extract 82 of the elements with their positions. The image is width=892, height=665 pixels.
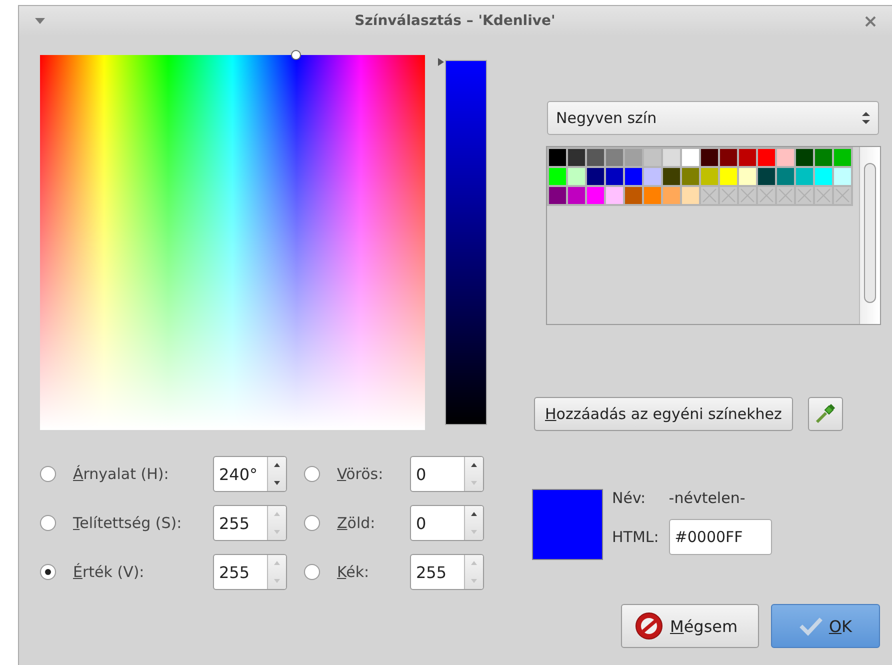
html-label: HTML: [612,528,659,546]
picker-marker[interactable] [290,50,301,60]
spin-box[interactable]: 0 [410,505,484,541]
color-swatch[interactable] [701,168,718,185]
value-slider[interactable] [438,58,487,427]
field-label: Árnyalat (H): [73,465,170,483]
color-swatch[interactable] [587,149,604,166]
name-label: Név: [612,489,647,507]
window-title: Színválasztás – 'Kdenlive' [354,13,556,29]
color-swatch[interactable] [682,149,699,166]
radio-button[interactable] [40,515,56,531]
checkmark-icon [798,616,823,636]
empty-swatch[interactable] [834,187,851,204]
color-swatch[interactable] [796,168,813,185]
spin-box[interactable]: 240° [213,456,287,492]
color-swatch[interactable] [739,168,756,185]
color-swatch[interactable] [834,149,851,166]
field-label: Vörös: [337,465,384,483]
empty-swatch[interactable] [720,187,737,204]
color-swatch[interactable] [625,168,642,185]
empty-swatch[interactable] [739,187,756,204]
slider-arrow-icon[interactable] [438,58,444,66]
cancel-button[interactable]: Mégsem [621,604,759,648]
field-label: Kék: [337,563,370,581]
field-label: Zöld: [337,514,376,532]
color-swatch[interactable] [815,149,832,166]
color-swatch[interactable] [758,149,775,166]
scrollbar[interactable] [859,147,880,324]
color-name: -névtelen- [668,489,746,507]
palette-dropdown[interactable]: Negyven szín [547,101,879,135]
color-swatch[interactable] [587,187,604,204]
color-swatch[interactable] [549,149,566,166]
color-swatch[interactable] [606,168,623,185]
color-swatch[interactable] [682,168,699,185]
html-field[interactable]: #0000FF [668,519,772,555]
color-swatch[interactable] [720,168,737,185]
updown-arrows-icon [862,111,870,125]
color-swatch[interactable] [587,168,604,185]
color-swatch[interactable] [606,149,623,166]
spin-box[interactable]: 0 [410,456,484,492]
close-icon[interactable] [865,16,876,26]
color-swatch[interactable] [663,187,680,204]
ok-button[interactable]: OK [771,604,880,648]
color-swatch[interactable] [568,187,585,204]
color-swatch[interactable] [815,168,832,185]
color-swatch[interactable] [701,149,718,166]
field-label: Telítettség (S): [73,514,183,532]
color-swatch[interactable] [606,187,623,204]
color-swatch[interactable] [720,149,737,166]
empty-swatch[interactable] [758,187,775,204]
color-swatch[interactable] [777,149,794,166]
pipette-icon [814,403,836,425]
color-swatch[interactable] [682,187,699,204]
color-swatch[interactable] [549,168,566,185]
prohibition-icon [634,611,664,641]
color-swatch[interactable] [568,168,585,185]
empty-swatch[interactable] [777,187,794,204]
radio-button[interactable] [304,564,320,580]
empty-swatch[interactable] [796,187,813,204]
radio-button[interactable] [304,466,320,482]
add-custom-color-button[interactable]: Hozzáadás az egyéni színekhez [534,397,793,431]
menu-icon[interactable] [35,18,45,24]
color-swatch[interactable] [796,149,813,166]
color-swatch[interactable] [834,168,851,185]
pipette-button[interactable] [808,397,843,431]
color-swatch[interactable] [739,149,756,166]
radio-button[interactable] [304,515,320,531]
field-label: Érték (V): [73,563,146,581]
color-swatch[interactable] [549,187,566,204]
color-swatch[interactable] [758,168,775,185]
empty-swatch[interactable] [815,187,832,204]
color-swatch[interactable] [663,149,680,166]
empty-swatch[interactable] [701,187,718,204]
color-swatch[interactable] [644,187,661,204]
radio-button[interactable] [40,466,56,482]
color-swatch[interactable] [644,168,661,185]
color-swatch[interactable] [777,168,794,185]
radio-button[interactable] [40,564,56,580]
color-swatch[interactable] [625,187,642,204]
hue-saturation-field[interactable] [40,50,425,430]
color-swatch[interactable] [568,149,585,166]
color-swatch[interactable] [663,168,680,185]
